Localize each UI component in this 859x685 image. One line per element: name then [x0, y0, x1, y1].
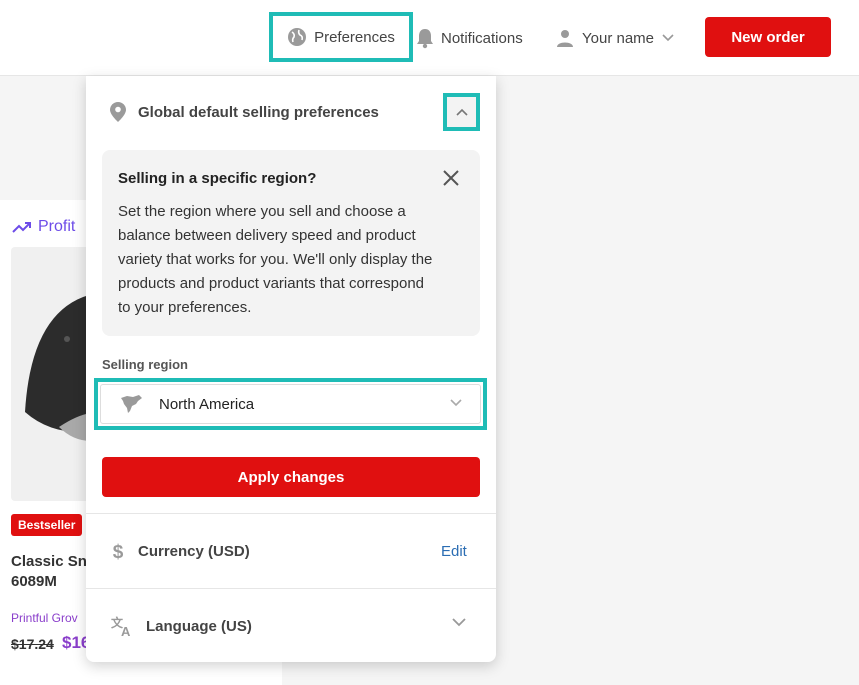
section-header: Global default selling preferences	[110, 102, 379, 122]
chevron-up-icon	[455, 108, 468, 116]
preferences-button[interactable]: Preferences	[269, 12, 413, 62]
divider	[86, 513, 496, 514]
north-america-map-icon	[121, 395, 142, 413]
language-row[interactable]: 文A Language (US)	[110, 615, 252, 637]
language-label: Language (US)	[146, 617, 252, 635]
user-name-label: Your name	[582, 29, 654, 47]
product-image[interactable]	[11, 247, 91, 501]
currency-row: $ Currency (USD)	[110, 541, 250, 561]
region-select[interactable]: North America	[94, 378, 487, 430]
apply-changes-button[interactable]: Apply changes	[102, 457, 480, 497]
preferences-panel: Global default selling preferences Selli…	[86, 76, 496, 662]
notifications-label: Notifications	[441, 29, 523, 47]
currency-label: Currency (USD)	[138, 542, 250, 560]
globe-icon	[288, 28, 307, 46]
top-navigation-bar: Preferences Notifications Your name New …	[0, 0, 859, 76]
product-sku: 6089M	[11, 573, 57, 590]
translate-icon: 文A	[111, 615, 131, 637]
dollar-icon: $	[113, 542, 124, 561]
collapse-button[interactable]	[443, 93, 480, 131]
region-label: Selling region	[102, 357, 188, 372]
cap-image	[25, 295, 91, 441]
growth-label: Printful Grov	[11, 611, 78, 625]
product-name: Classic Sn	[11, 553, 87, 570]
region-info-box: Selling in a specific region? Set the re…	[102, 150, 480, 336]
bestseller-badge: Bestseller	[11, 514, 83, 536]
trending-up-icon	[12, 222, 31, 233]
location-pin-icon	[110, 102, 126, 122]
svg-text:$: $	[113, 542, 124, 561]
profit-label: Profit	[38, 218, 76, 235]
chevron-down-icon	[662, 34, 674, 42]
chevron-down-icon[interactable]	[452, 618, 466, 627]
price-old: $17.24	[11, 636, 54, 652]
region-value: North America	[159, 395, 255, 413]
preferences-label: Preferences	[314, 28, 395, 46]
notifications-button[interactable]: Notifications	[415, 0, 523, 76]
section-title: Global default selling preferences	[138, 103, 379, 121]
user-icon	[557, 30, 573, 47]
chevron-down-icon	[450, 399, 462, 407]
new-order-button[interactable]: New order	[705, 17, 831, 57]
bell-icon	[417, 29, 433, 49]
divider	[86, 588, 496, 589]
edit-currency-link[interactable]: Edit	[441, 543, 467, 560]
profit-filter[interactable]: Profit	[12, 218, 75, 236]
svg-text:A: A	[121, 624, 131, 637]
user-menu[interactable]: Your name	[556, 0, 674, 76]
close-icon[interactable]	[442, 169, 460, 187]
info-text: Set the region where you sell and choose…	[118, 203, 433, 316]
info-title: Selling in a specific region?	[118, 170, 317, 187]
